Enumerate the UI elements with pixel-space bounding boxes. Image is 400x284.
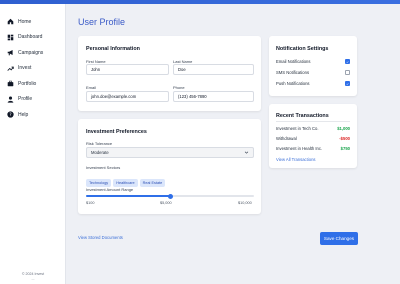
- sidebar-item-label: Dashboard: [18, 34, 43, 41]
- card-divider: [276, 121, 350, 122]
- transaction-label: Investment in Tech Co.: [276, 126, 319, 131]
- amount-range-fill: [86, 195, 170, 197]
- email-input[interactable]: john.doe@example.com: [86, 91, 169, 102]
- last-name-input[interactable]: Doe: [173, 64, 254, 75]
- card-title: Notification Settings: [276, 46, 329, 52]
- email-notifications-checkbox[interactable]: [345, 59, 350, 64]
- chevron-down-icon: [244, 150, 249, 155]
- sidebar-item-portfolio[interactable]: Portfolio: [0, 76, 65, 92]
- notification-settings-card: Notification Settings Email Notification…: [269, 36, 357, 96]
- transaction-row: Investment in Health Inc. $750: [276, 146, 350, 151]
- footer-extra: ...: [31, 277, 35, 281]
- phone-input[interactable]: (123) 456-7890: [173, 91, 254, 102]
- sidebar-item-label: Portfolio: [18, 80, 37, 87]
- transaction-amount: -$500: [339, 136, 350, 141]
- sidebar-item-label: Campaigns: [18, 49, 44, 56]
- amount-range-thumb[interactable]: [167, 193, 173, 199]
- notification-label: Email Notifications: [276, 59, 311, 64]
- transaction-amount: $1,000: [337, 126, 350, 131]
- transaction-label: Investment in Health Inc.: [276, 146, 323, 151]
- notification-label: Push Notifications: [276, 81, 310, 86]
- sidebar-item-campaigns[interactable]: Campaigns: [0, 45, 65, 61]
- sidebar-item-label: Help: [18, 111, 29, 118]
- trend-up-icon: [7, 65, 14, 72]
- investment-preferences-card: Investment Preferences Risk Tolerance Mo…: [78, 119, 261, 214]
- risk-tolerance-select[interactable]: Moderate: [86, 147, 254, 158]
- sidebar-item-label: Invest: [18, 65, 32, 72]
- help-icon: ?: [7, 111, 14, 118]
- view-all-transactions-link[interactable]: View All Transactions: [276, 157, 316, 162]
- transaction-label: Withdrawal: [276, 136, 297, 141]
- notification-label: SMS Notifications: [276, 70, 310, 75]
- main-content: User Profile Personal Information First …: [66, 4, 400, 284]
- risk-tolerance-value: Moderate: [91, 150, 109, 155]
- sidebar-item-dashboard[interactable]: Dashboard: [0, 30, 65, 46]
- save-changes-button[interactable]: Save Changes: [320, 232, 358, 245]
- range-min-label: $100: [86, 201, 95, 205]
- recent-transactions-card: Recent Transactions Investment in Tech C…: [269, 104, 357, 168]
- card-title: Recent Transactions: [276, 113, 329, 119]
- first-name-input[interactable]: John: [86, 64, 169, 75]
- user-icon: [7, 96, 14, 103]
- amount-range-label: Investment Amount Range: [86, 187, 134, 192]
- card-title: Investment Preferences: [86, 129, 147, 135]
- sector-chip-technology[interactable]: Technology: [86, 179, 112, 187]
- check-icon: [346, 82, 349, 85]
- sectors-label: Investment Sectors: [86, 165, 121, 170]
- email-label: Email: [86, 85, 97, 90]
- campaigns-icon: [7, 49, 14, 56]
- transaction-row: Withdrawal -$500: [276, 136, 350, 141]
- notification-row-push: Push Notifications: [276, 81, 350, 86]
- notification-row-sms: SMS Notifications: [276, 70, 350, 75]
- view-stored-documents-link[interactable]: View Stored Documents: [78, 235, 123, 240]
- sidebar-item-help[interactable]: ? Help: [0, 107, 65, 123]
- sidebar-item-label: Home: [18, 18, 32, 25]
- phone-label: Phone: [173, 85, 185, 90]
- sidebar-item-invest[interactable]: Invest: [0, 61, 65, 77]
- sidebar-footer: © 2024 Invest ...: [0, 272, 66, 282]
- sidebar-item-profile[interactable]: Profile: [0, 92, 65, 108]
- range-mid-label: $5,000: [160, 201, 172, 205]
- sector-chip-healthcare[interactable]: Healthcare: [113, 179, 138, 187]
- page-title: User Profile: [78, 17, 126, 27]
- sidebar: Home Dashboard Campaigns Invest Portfoli…: [0, 4, 66, 284]
- push-notifications-checkbox[interactable]: [345, 81, 350, 86]
- sector-chip-real-estate[interactable]: Real Estate: [139, 179, 166, 187]
- transaction-amount: $750: [340, 146, 350, 151]
- sms-notifications-checkbox[interactable]: [345, 70, 350, 75]
- personal-info-card: Personal Information First Name John Las…: [78, 36, 261, 111]
- briefcase-icon: [7, 80, 14, 87]
- dashboard-icon: [7, 34, 14, 41]
- sidebar-item-home[interactable]: Home: [0, 14, 65, 30]
- transaction-row: Investment in Tech Co. $1,000: [276, 126, 350, 131]
- home-icon: [7, 18, 14, 25]
- notification-row-email: Email Notifications: [276, 59, 350, 64]
- card-title: Personal Information: [86, 46, 140, 52]
- check-icon: [346, 60, 349, 63]
- sidebar-item-label: Profile: [18, 96, 33, 103]
- range-max-label: $10,000: [238, 201, 252, 205]
- risk-tolerance-label: Risk Tolerance: [86, 141, 113, 146]
